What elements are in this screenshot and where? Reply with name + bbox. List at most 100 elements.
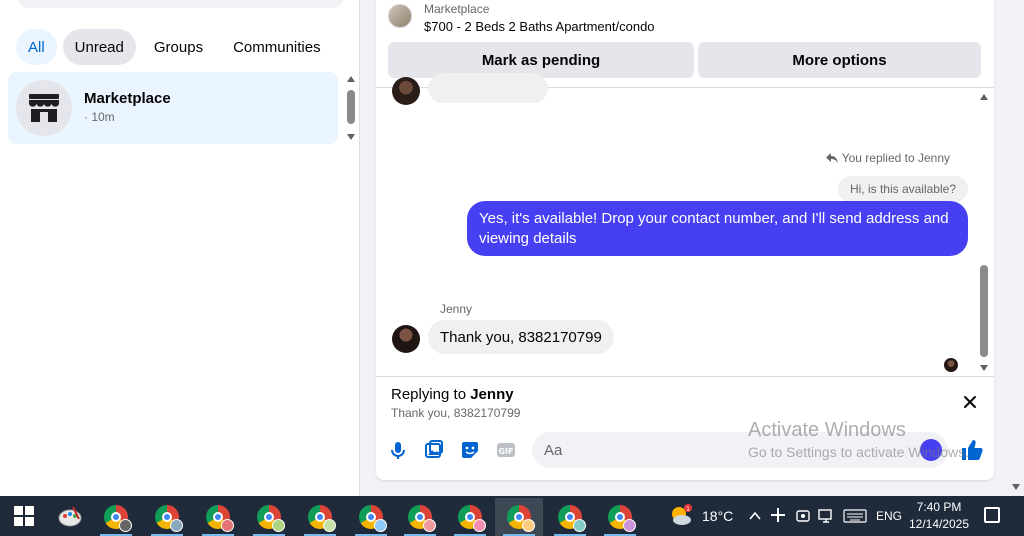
microphone-icon[interactable] <box>388 440 408 460</box>
chat-list-panel: All Unread Groups Communities Marketplac… <box>0 0 360 496</box>
clock[interactable]: 7:40 PM 12/14/2025 <box>904 499 974 533</box>
reply-preview: Replying to Jenny Thank you, 8382170799 <box>376 376 994 426</box>
more-options-label: More options <box>792 51 887 69</box>
taskbar-app-chrome[interactable] <box>92 498 140 536</box>
search-input[interactable] <box>18 0 344 8</box>
message-list: You replied to Jenny Hi, is this availab… <box>376 73 994 376</box>
chrome-icon <box>359 505 387 532</box>
emoji-icon[interactable] <box>920 439 942 461</box>
taskbar-app-chrome[interactable] <box>347 498 395 536</box>
language-indicator[interactable]: ENG <box>876 496 902 536</box>
reply-name: Jenny <box>470 386 514 403</box>
weather-temperature: 18°C <box>702 508 734 524</box>
reply-arrow-icon <box>825 153 838 163</box>
taskbar: 1 18°C ENG 7:40 PM 12/14/2025 <box>0 496 1024 536</box>
filter-all-label: All <box>28 38 45 56</box>
keyboard-icon[interactable] <box>843 509 867 523</box>
read-receipt-avatar <box>944 358 958 372</box>
chrome-icon <box>308 505 336 532</box>
reply-title: Replying to Jenny <box>391 386 514 403</box>
sticker-icon[interactable] <box>460 440 480 460</box>
chrome-icon <box>408 505 436 532</box>
chrome-icon <box>608 505 636 532</box>
chrome-icon <box>458 505 486 532</box>
meet-now-icon[interactable] <box>795 508 811 524</box>
listing-title[interactable]: $700 - 2 Beds 2 Baths Apartment/condo <box>424 19 655 34</box>
filter-all[interactable]: All <box>16 29 57 65</box>
filter-communities[interactable]: Communities <box>221 29 333 65</box>
taskbar-app-chrome[interactable] <box>143 498 191 536</box>
avatar <box>16 80 72 136</box>
photo-icon[interactable] <box>424 440 444 460</box>
taskbar-app-chrome[interactable] <box>194 498 242 536</box>
network-icon[interactable] <box>818 508 836 524</box>
weather-icon: 1 <box>672 504 692 525</box>
thumbs-up-icon[interactable] <box>960 438 984 462</box>
message-composer: GIF <box>376 426 994 480</box>
chat-list-scrollbar[interactable] <box>344 74 358 140</box>
mark-as-pending-label: Mark as pending <box>481 51 601 69</box>
notification-icon[interactable] <box>984 507 1000 523</box>
scrollbar-thumb[interactable] <box>347 90 355 124</box>
plus-icon[interactable] <box>770 507 786 523</box>
mark-as-pending-button[interactable]: Mark as pending <box>388 42 694 78</box>
filter-communities-label: Communities <box>233 38 321 56</box>
chrome-icon <box>558 505 586 532</box>
taskbar-app-chrome[interactable] <box>446 498 494 536</box>
filter-groups-label: Groups <box>153 38 204 56</box>
listing-source: Marketplace <box>424 2 490 16</box>
message-bubble-sent[interactable]: Yes, it's available! Drop your contact n… <box>467 201 968 256</box>
replied-note: You replied to Jenny <box>825 151 950 165</box>
chrome-icon <box>507 505 535 532</box>
reply-prefix: Replying to <box>391 386 467 403</box>
gif-icon[interactable]: GIF <box>496 440 516 460</box>
message-scrollbar[interactable] <box>976 89 992 374</box>
filter-unread-label: Unread <box>74 38 124 56</box>
filter-unread[interactable]: Unread <box>62 29 136 65</box>
taskbar-app-chrome[interactable] <box>396 498 444 536</box>
scroll-down-arrow-icon[interactable] <box>347 134 355 140</box>
taskbar-app-chrome[interactable] <box>296 498 344 536</box>
taskbar-app-chrome[interactable] <box>546 498 594 536</box>
quoted-message[interactable]: Hi, is this available? <box>837 176 968 202</box>
close-icon[interactable] <box>962 394 978 410</box>
weather-badge-count: 1 <box>686 506 690 513</box>
taskbar-app-paint[interactable] <box>46 498 94 536</box>
message-text-field[interactable] <box>532 432 948 468</box>
store-icon <box>29 94 59 122</box>
profile-badge <box>522 519 535 532</box>
profile-badge <box>473 519 486 532</box>
clock-date: 12/14/2025 <box>908 517 970 531</box>
conversation-name: Marketplace <box>84 90 171 107</box>
taskbar-app-chrome[interactable] <box>596 498 644 536</box>
taskbar-app-chrome[interactable] <box>245 498 293 536</box>
replied-note-text: You replied to Jenny <box>841 151 950 165</box>
message-input[interactable] <box>532 432 948 468</box>
profile-badge <box>623 519 636 532</box>
paint-icon <box>58 506 82 527</box>
scrollbar-thumb[interactable] <box>980 265 988 357</box>
reply-quote: Thank you, 8382170799 <box>391 406 521 420</box>
more-options-button[interactable]: More options <box>698 42 981 78</box>
profile-badge <box>573 519 586 532</box>
scroll-up-arrow-icon[interactable] <box>980 94 988 100</box>
filter-groups[interactable]: Groups <box>142 29 215 65</box>
message-bubble-received[interactable] <box>428 73 548 103</box>
profile-badge <box>272 519 285 532</box>
clock-time: 7:40 PM <box>916 500 962 514</box>
chrome-icon <box>206 505 234 532</box>
scroll-down-arrow-icon[interactable] <box>980 365 988 371</box>
conversation-item-marketplace[interactable]: Marketplace · 10m <box>8 72 338 144</box>
taskbar-app-chrome-active[interactable] <box>495 498 543 536</box>
avatar[interactable] <box>392 325 420 353</box>
scroll-up-arrow-icon[interactable] <box>347 76 355 82</box>
avatar <box>392 77 420 105</box>
listing-thumbnail[interactable] <box>388 4 412 28</box>
chrome-icon <box>257 505 285 532</box>
svg-text:GIF: GIF <box>498 447 513 456</box>
page-scroll-down-icon[interactable] <box>1012 484 1020 490</box>
windows-start-icon[interactable] <box>14 506 34 526</box>
weather-widget[interactable]: 1 18°C <box>668 496 733 536</box>
chevron-up-icon[interactable] <box>748 509 762 523</box>
message-bubble-received[interactable]: Thank you, 8382170799 <box>428 320 614 354</box>
